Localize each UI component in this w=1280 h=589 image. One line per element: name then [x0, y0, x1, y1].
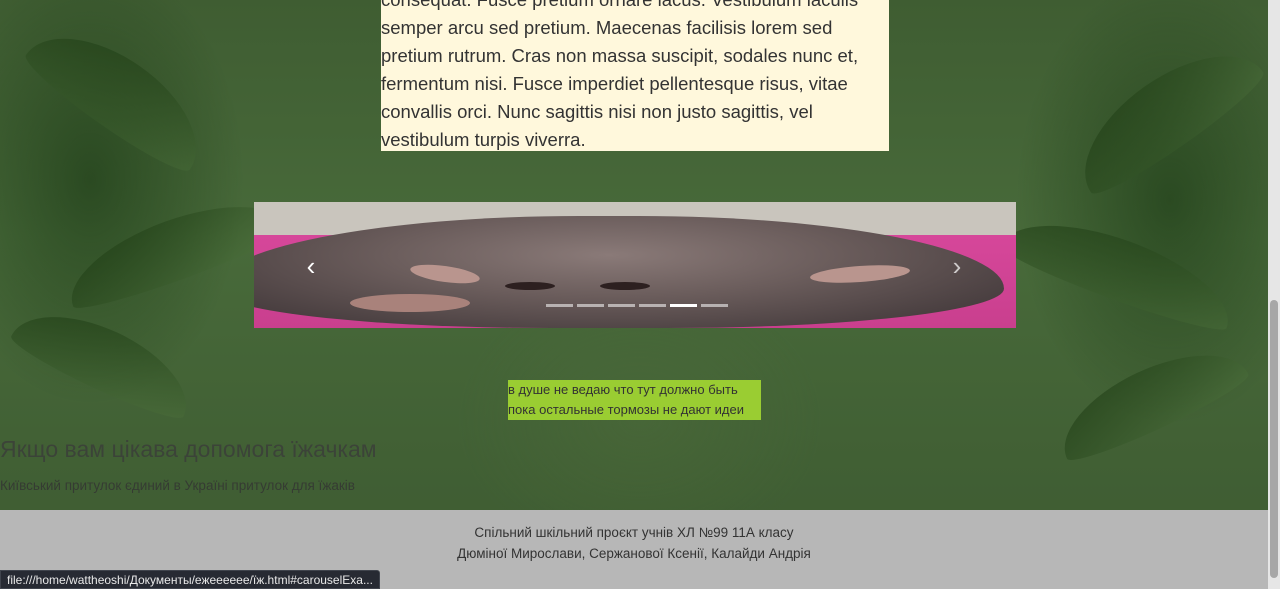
article-line: consequat. Fusce pretium ornare lacus. V… [381, 0, 889, 14]
carousel-indicator[interactable] [546, 304, 573, 307]
article-line: convallis orci. Nunc sagittis nisi non j… [381, 101, 813, 122]
background-leaf [6, 292, 204, 428]
article-line: vestibulum turpis viverra. [381, 129, 586, 150]
note-line: пока остальные тормозы не дают идеи [508, 402, 744, 417]
article-text: consequat. Fusce pretium ornare lacus. V… [381, 0, 889, 151]
help-heading: Якщо вам цікава допомога їжачкам [0, 436, 377, 462]
carousel-indicators [546, 304, 728, 307]
carousel-next-button[interactable]: › [945, 251, 969, 281]
carousel-indicator[interactable] [639, 304, 666, 307]
background-leaf [996, 200, 1244, 340]
carousel-indicator[interactable] [608, 304, 635, 307]
footer-line: Спільний шкільний проєкт учнів ХЛ №99 11… [474, 525, 794, 540]
browser-status-url: file:///home/wattheoshi/Документы/ежееее… [0, 570, 380, 589]
background-leaf [1046, 330, 1254, 470]
background-leaf [1058, 26, 1272, 204]
carousel-prev-button[interactable]: ‹ [299, 251, 323, 281]
background-leaf [18, 8, 222, 182]
carousel-indicator-active[interactable] [670, 304, 697, 307]
article-line: fermentum nisi. Fusce imperdiet pellente… [381, 73, 848, 94]
chevron-right-icon: › [952, 251, 962, 281]
carousel-indicator[interactable] [577, 304, 604, 307]
article-line: semper arcu sed pretium. Maecenas facili… [381, 17, 833, 38]
page-scrollbar[interactable] [1268, 0, 1280, 589]
note-line: в душе не ведаю что тут должно быть [508, 382, 738, 397]
chevron-left-icon: ‹ [306, 251, 316, 281]
help-subtitle: Київський притулок єдиний в Україні прит… [0, 478, 355, 493]
placeholder-note: в душе не ведаю что тут должно быть пока… [508, 380, 761, 420]
article-line: pretium rutrum. Cras non massa suscipit,… [381, 45, 859, 66]
footer-line: Дюміної Мирослави, Сержанової Ксенії, Ка… [457, 546, 811, 561]
scrollbar-thumb[interactable] [1270, 300, 1278, 578]
carousel-indicator[interactable] [701, 304, 728, 307]
